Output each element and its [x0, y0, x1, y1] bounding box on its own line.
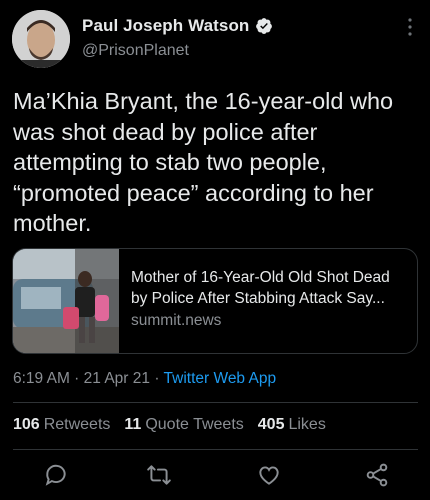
- quotes-label: Quote Tweets: [145, 416, 244, 433]
- link-card-thumbnail: [13, 249, 119, 353]
- tweet-header: Paul Joseph Watson @PrisonPlanet: [0, 0, 430, 76]
- retweets-count: 106: [13, 416, 40, 433]
- retweets-label: Retweets: [43, 416, 111, 433]
- avatar[interactable]: [12, 10, 70, 68]
- link-card-domain: summit.news: [131, 312, 222, 329]
- like-icon[interactable]: [256, 462, 282, 488]
- author-name[interactable]: Paul Joseph Watson: [82, 16, 249, 36]
- meta-separator-2: ·: [150, 370, 164, 387]
- likes-stat[interactable]: 405 Likes: [258, 416, 326, 434]
- author-handle[interactable]: @PrisonPlanet: [82, 42, 189, 60]
- divider: [13, 402, 418, 403]
- reply-icon[interactable]: [43, 462, 69, 488]
- quotes-stat[interactable]: 11 Quote Tweets: [124, 416, 243, 434]
- action-bar: [0, 460, 430, 492]
- link-card[interactable]: Mother of 16-Year-Old Old Shot Dead by P…: [12, 248, 418, 354]
- link-card-title-line2: by Police After Stabbing Attack Say...: [131, 290, 385, 307]
- tweet-stats: 106 Retweets 11 Quote Tweets 405 Likes: [13, 416, 326, 434]
- tweet-meta: 6:19 AM · 21 Apr 21 · Twitter Web App: [13, 370, 276, 388]
- tweet-text: Ma’Khia Bryant, the 16-year-old who was …: [13, 88, 394, 236]
- meta-separator: ·: [69, 370, 84, 387]
- share-icon[interactable]: [364, 462, 390, 488]
- tweet-time[interactable]: 6:19 AM: [13, 370, 70, 387]
- quotes-count: 11: [124, 416, 142, 433]
- verified-badge-icon: [256, 18, 273, 34]
- more-options-icon[interactable]: [404, 16, 416, 38]
- likes-label: Likes: [288, 416, 326, 433]
- retweets-stat[interactable]: 106 Retweets: [13, 416, 110, 434]
- likes-count: 405: [257, 416, 285, 433]
- divider: [13, 449, 418, 450]
- tweet-date[interactable]: 21 Apr 21: [84, 370, 150, 387]
- link-card-title-line1: Mother of 16-Year-Old Old Shot Dead: [131, 269, 390, 286]
- tweet-source[interactable]: Twitter Web App: [164, 370, 277, 387]
- retweet-icon[interactable]: [146, 462, 172, 488]
